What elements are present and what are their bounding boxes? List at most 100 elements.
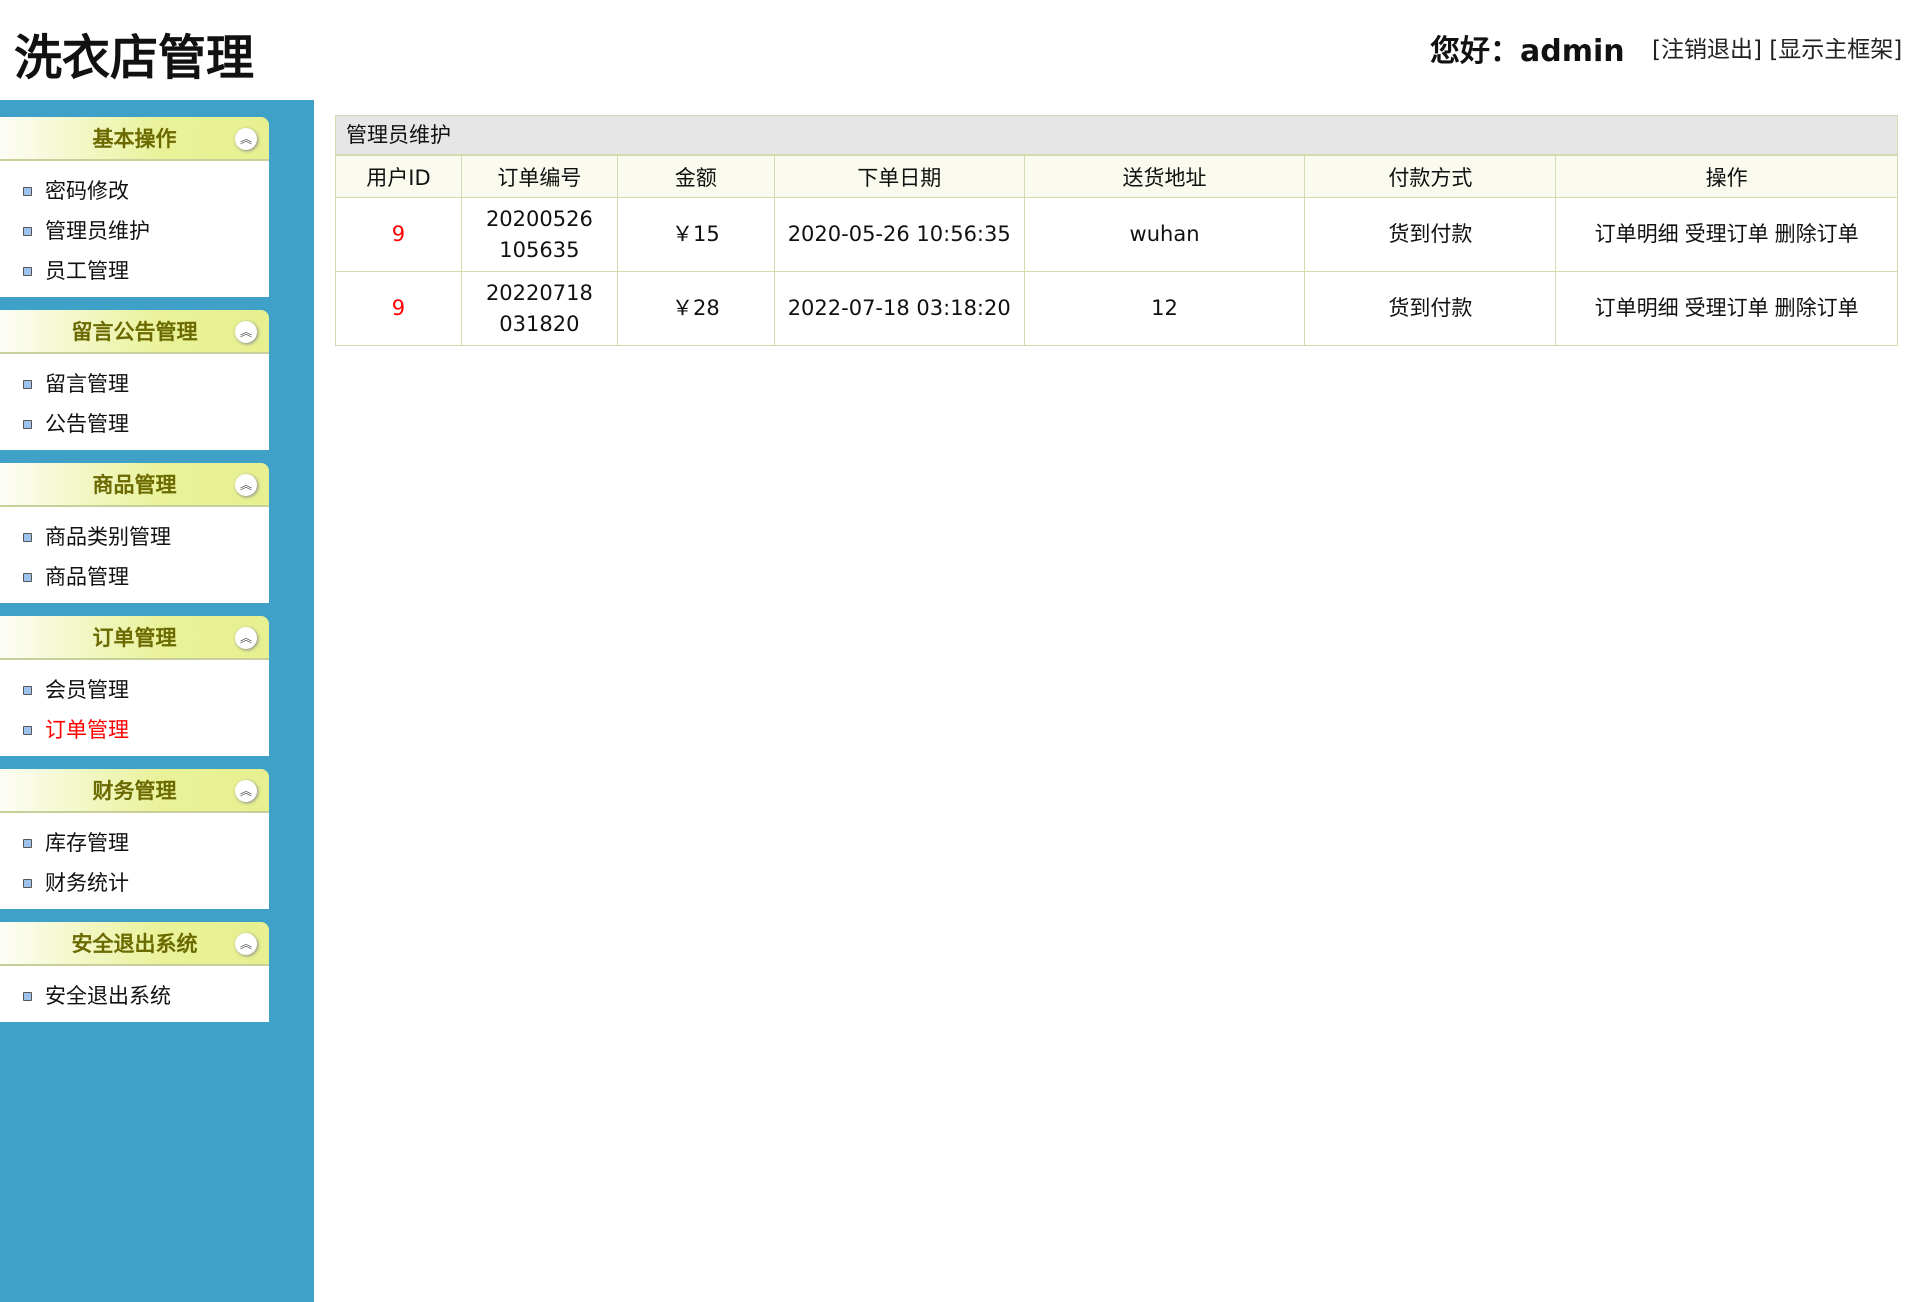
main-content: 管理员维护 用户ID 订单编号 金额 下单日期 送货地址 付款方式 操作 9 20200526… — [335, 115, 1898, 346]
sidebar-item-label: 会员管理 — [45, 678, 129, 702]
table-caption: 管理员维护 — [335, 115, 1898, 155]
sidebar-item-label: 管理员维护 — [45, 219, 150, 243]
sidebar-item-label: 库存管理 — [45, 831, 129, 855]
sidebar-item[interactable]: 订单管理 — [0, 710, 269, 750]
sidebar-section-title: 商品管理 — [92, 473, 177, 497]
amount-cell: ￥28 — [616, 271, 775, 346]
sidebar-item-label: 密码修改 — [45, 179, 129, 203]
sidebar-section-header[interactable]: 安全退出系统 ︽ — [0, 922, 269, 966]
double-chevron-up-icon[interactable]: ︽ — [235, 128, 257, 150]
order-no: 20220718031820 — [485, 280, 593, 336]
sidebar-item[interactable]: 管理员维护 — [0, 211, 269, 251]
sidebar-section-header[interactable]: 留言公告管理 ︽ — [0, 310, 269, 354]
sidebar-item[interactable]: 财务统计 — [0, 863, 269, 903]
sidebar-section-header[interactable]: 订单管理 ︽ — [0, 616, 269, 660]
sidebar-item-label: 员工管理 — [45, 259, 129, 283]
sidebar-item[interactable]: 商品类别管理 — [0, 517, 269, 557]
sidebar-item-label: 安全退出系统 — [45, 984, 171, 1008]
sidebar: 基本操作 ︽ 密码修改 管理员维护 员工管理 留言公告管理 ︽ 留言管理 公告管理 商品管理 ︽ 商品… — [0, 100, 314, 1302]
sidebar-section-title: 安全退出系统 — [71, 932, 198, 956]
user-greeting: 您好：admin — [1430, 34, 1625, 69]
column-header: 操作 — [1555, 155, 1898, 198]
order-no: 20200526105635 — [485, 206, 593, 262]
column-header: 下单日期 — [773, 155, 1025, 198]
sidebar-section-body: 库存管理 财务统计 — [0, 813, 269, 909]
sidebar-section-body: 安全退出系统 — [0, 966, 269, 1022]
sidebar-section-body: 留言管理 公告管理 — [0, 354, 269, 450]
sidebar-section: 安全退出系统 ︽ 安全退出系统 — [0, 922, 269, 1022]
bullet-icon — [23, 267, 32, 276]
top-header: 洗衣店管理 您好：admin [注销退出] [显示主框架] — [0, 0, 1907, 100]
bullet-icon — [23, 533, 32, 542]
column-header: 付款方式 — [1304, 155, 1557, 198]
sidebar-section-title: 留言公告管理 — [71, 320, 198, 344]
column-header: 用户ID — [335, 155, 462, 198]
logout-link[interactable]: [注销退出] — [1652, 37, 1762, 63]
sidebar-section-header[interactable]: 财务管理 ︽ — [0, 769, 269, 813]
sidebar-section: 基本操作 ︽ 密码修改管理员维护员工管理 — [0, 117, 269, 297]
sidebar-item-label: 留言管理 — [45, 372, 129, 396]
order-no-cell: 20220718031820 — [460, 271, 618, 346]
bullet-icon — [23, 420, 32, 429]
column-header: 金额 — [616, 155, 775, 198]
sidebar-section-header[interactable]: 基本操作 ︽ — [0, 117, 269, 161]
table-row: 9 20220718031820 ￥28 2022-07-18 03:18:20 12 货… — [335, 271, 1898, 346]
sidebar-section-body: 会员管理订单管理 — [0, 660, 269, 756]
amount-cell: ￥15 — [616, 197, 775, 272]
bullet-icon — [23, 879, 32, 888]
bullet-icon — [23, 187, 32, 196]
payment-cell: 货到付款 — [1304, 271, 1557, 346]
bullet-icon — [23, 686, 32, 695]
action-link[interactable]: 删除订单 — [1775, 222, 1859, 246]
sidebar-section: 商品管理 ︽ 商品类别管理 商品管理 — [0, 463, 269, 603]
sidebar-item[interactable]: 公告管理 — [0, 404, 269, 444]
column-header: 送货地址 — [1023, 155, 1306, 198]
address-cell: wuhan — [1023, 197, 1306, 272]
action-link[interactable]: 受理订单 — [1685, 222, 1769, 246]
double-chevron-up-icon[interactable]: ︽ — [235, 627, 257, 649]
user-id-cell: 9 — [335, 197, 462, 272]
bullet-icon — [23, 227, 32, 236]
double-chevron-up-icon[interactable]: ︽ — [235, 474, 257, 496]
sidebar-section: 财务管理 ︽ 库存管理财务统计 — [0, 769, 269, 909]
app-title: 洗衣店管理 — [14, 30, 255, 86]
payment-cell: 货到付款 — [1304, 197, 1557, 272]
actions-cell: 订单明细 受理订单 删除订单 — [1555, 197, 1898, 272]
table-row: 9 20200526105635 ￥15 2020-05-26 10:56:35 wuh… — [335, 197, 1898, 272]
double-chevron-up-icon[interactable]: ︽ — [235, 780, 257, 802]
order-no-cell: 20200526105635 — [460, 197, 618, 272]
double-chevron-up-icon[interactable]: ︽ — [235, 933, 257, 955]
bullet-icon — [23, 726, 32, 735]
sidebar-item[interactable]: 员工管理 — [0, 251, 269, 291]
show-frame-link[interactable]: [显示主框架] — [1769, 37, 1902, 63]
double-chevron-up-icon[interactable]: ︽ — [235, 321, 257, 343]
sidebar-item[interactable]: 留言管理 — [0, 364, 269, 404]
bullet-icon — [23, 380, 32, 389]
date-cell: 2022-07-18 03:18:20 — [773, 271, 1025, 346]
action-link[interactable]: 删除订单 — [1775, 296, 1859, 320]
sidebar-item-label: 商品类别管理 — [45, 525, 171, 549]
sidebar-section-header[interactable]: 商品管理 ︽ — [0, 463, 269, 507]
sidebar-section-title: 订单管理 — [92, 626, 177, 650]
sidebar-section-title: 财务管理 — [92, 779, 177, 803]
date-cell: 2020-05-26 10:56:35 — [773, 197, 1025, 272]
actions-cell: 订单明细 受理订单 删除订单 — [1555, 271, 1898, 346]
bullet-icon — [23, 573, 32, 582]
sidebar-item[interactable]: 会员管理 — [0, 670, 269, 710]
user-id-cell: 9 — [335, 271, 462, 346]
sidebar-item-label: 公告管理 — [45, 412, 129, 436]
bullet-icon — [23, 992, 32, 1001]
sidebar-item-label: 财务统计 — [45, 871, 129, 895]
sidebar-section-title: 基本操作 — [92, 127, 177, 151]
sidebar-item-label: 商品管理 — [45, 565, 129, 589]
sidebar-item[interactable]: 密码修改 — [0, 171, 269, 211]
action-link[interactable]: 订单明细 — [1595, 222, 1679, 246]
sidebar-section-body: 密码修改管理员维护员工管理 — [0, 161, 269, 297]
sidebar-item[interactable]: 库存管理 — [0, 823, 269, 863]
bullet-icon — [23, 839, 32, 848]
action-link[interactable]: 订单明细 — [1595, 296, 1679, 320]
sidebar-item[interactable]: 安全退出系统 — [0, 976, 269, 1016]
action-link[interactable]: 受理订单 — [1685, 296, 1769, 320]
sidebar-item[interactable]: 商品管理 — [0, 557, 269, 597]
sidebar-section: 订单管理 ︽ 会员管理 订单管理 — [0, 616, 269, 756]
